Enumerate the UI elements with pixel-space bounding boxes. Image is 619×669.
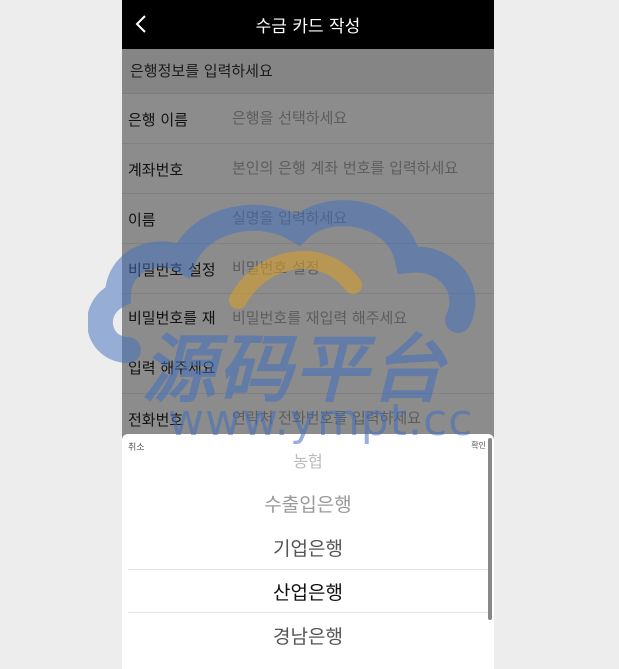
picker-option[interactable]: 수출입은행 xyxy=(122,490,494,517)
picker-divider xyxy=(128,569,488,570)
page-title: 수금 카드 작성 xyxy=(255,17,361,37)
phone-screen: 수금 카드 작성 은행정보를 입력하세요 은행 이름 계좌번호 이름 비밀번호 … xyxy=(122,0,494,669)
picker-option-selected[interactable]: 산업은행 xyxy=(122,578,494,605)
picker-option[interactable]: 농협 xyxy=(122,452,494,472)
picker-divider xyxy=(128,612,488,613)
picker-confirm-button[interactable]: 확인 xyxy=(471,440,486,451)
picker-option[interactable]: 기업은행 xyxy=(122,534,494,561)
picker-options[interactable]: 농협 수출입은행 기업은행 산업은행 경남은행 xyxy=(122,452,494,669)
picker-scrollbar[interactable] xyxy=(488,438,492,620)
nav-bar: 수금 카드 작성 xyxy=(122,0,494,49)
bank-picker: 취소 확인 농협 수출입은행 기업은행 산업은행 경남은행 xyxy=(122,434,494,669)
picker-option[interactable]: 경남은행 xyxy=(122,622,494,649)
